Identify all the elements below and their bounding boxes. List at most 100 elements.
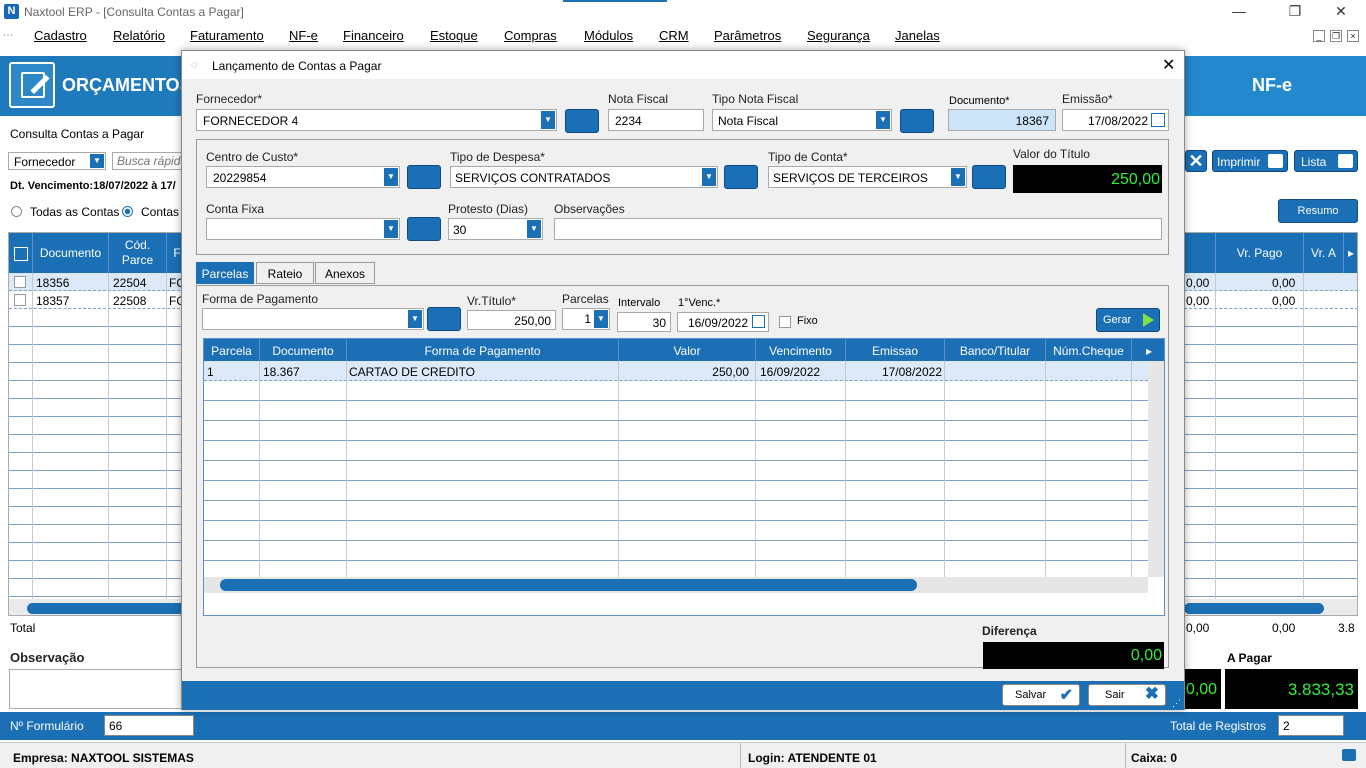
parcelas-combo[interactable]: 1 ▼ — [562, 308, 610, 330]
fixo-checkbox[interactable] — [779, 316, 791, 328]
fornecedor-combo[interactable]: FORNECEDOR 4 ▼ — [196, 109, 557, 131]
pencil-note-icon[interactable] — [9, 62, 55, 108]
v-scrollbar[interactable] — [1148, 361, 1164, 577]
centro-custo-combo[interactable]: 20229854 ▼ — [206, 166, 400, 188]
fornecedor-lookup-button[interactable] — [565, 109, 599, 133]
vencimento-field[interactable]: 16/09/2022 — [677, 312, 769, 332]
quick-search-input[interactable] — [112, 152, 182, 170]
print-button[interactable]: Imprimir — [1212, 150, 1288, 172]
tipo-nota-combo[interactable]: Nota Fiscal ▼ — [712, 109, 892, 131]
col-vr-pago[interactable]: Vr. Pago — [1216, 233, 1304, 273]
calendar-icon[interactable] — [752, 315, 765, 328]
banner-nfe-label[interactable]: NF-e — [1252, 75, 1292, 96]
forma-pagamento-lookup-button[interactable] — [427, 307, 461, 331]
chevron-down-icon[interactable]: ▼ — [384, 168, 398, 186]
intervalo-field[interactable]: 30 — [617, 312, 671, 332]
filter-combo[interactable]: Fornecedor ▼ — [8, 152, 106, 170]
menu-financeiro[interactable]: Financeiro — [343, 28, 404, 43]
col-documento[interactable]: Documento — [33, 233, 109, 273]
h-scrollbar[interactable] — [204, 577, 1148, 593]
radio-other-accounts[interactable] — [122, 206, 133, 217]
menu-estoque[interactable]: Estoque — [430, 28, 478, 43]
row-checkbox[interactable] — [14, 294, 26, 306]
col-banco-titular[interactable]: Banco/Titular — [945, 339, 1046, 361]
col-cod-parce[interactable]: Cód. Parce — [109, 233, 167, 273]
chevron-down-icon[interactable]: ▼ — [527, 220, 541, 238]
menu-cadastro[interactable]: Cadastro — [34, 28, 87, 43]
dialog-close-icon[interactable]: ✕ — [1162, 55, 1175, 75]
col-valor[interactable]: Valor — [619, 339, 756, 361]
minimize-icon[interactable]: — — [1228, 2, 1250, 20]
menu-crm[interactable]: CRM — [659, 28, 689, 43]
col-vr-a[interactable]: Vr. A — [1304, 233, 1344, 273]
menu-seguranca[interactable]: Segurança — [807, 28, 870, 43]
restore-icon[interactable]: ❐ — [1284, 2, 1306, 20]
col-forma-pagamento[interactable]: Forma de Pagamento — [347, 339, 619, 361]
menu-janelas[interactable]: Janelas — [895, 28, 940, 43]
col-emissao[interactable]: Emissao — [846, 339, 945, 361]
scroll-thumb[interactable] — [27, 603, 183, 614]
chevron-down-icon[interactable]: ▼ — [702, 168, 716, 186]
chevron-down-icon[interactable]: ▼ — [951, 168, 965, 186]
menu-relatorio[interactable]: Relatório — [113, 28, 165, 43]
form-number-field[interactable] — [104, 715, 194, 736]
chevron-down-icon[interactable]: ▼ — [541, 111, 555, 129]
table-row[interactable]: 18356 22504 FO — [9, 273, 183, 291]
gerar-button[interactable]: Gerar — [1096, 308, 1160, 332]
child-minimize-icon[interactable]: _ — [1313, 30, 1325, 42]
observacoes-field[interactable] — [554, 218, 1162, 240]
tipo-despesa-combo[interactable]: SERVIÇOS CONTRATADOS ▼ — [450, 166, 718, 188]
chevron-down-icon[interactable]: ▼ — [384, 220, 398, 238]
table-row[interactable]: 0,00 0,00 — [1184, 273, 1357, 291]
child-close-icon[interactable]: × — [1347, 30, 1359, 42]
salvar-button[interactable]: Salvar ✔ — [1002, 684, 1080, 706]
tab-anexos[interactable]: Anexos — [315, 262, 375, 284]
tipo-conta-combo[interactable]: SERVIÇOS DE TERCEIROS ▼ — [768, 166, 967, 188]
banner-orcamentos-label[interactable]: ORÇAMENTOS — [62, 75, 192, 96]
forma-pagamento-combo[interactable]: ▼ — [202, 308, 424, 330]
menu-faturamento[interactable]: Faturamento — [190, 28, 264, 43]
tipo-nota-lookup-button[interactable] — [900, 109, 934, 133]
chevron-down-icon[interactable]: ▼ — [876, 111, 890, 129]
protesto-combo[interactable]: 30 ▼ — [448, 218, 543, 240]
child-restore-icon[interactable]: ❐ — [1330, 30, 1342, 42]
tipo-conta-lookup-button[interactable] — [972, 165, 1006, 189]
close-window-icon[interactable]: ✕ — [1330, 2, 1352, 20]
vr-titulo-field[interactable]: 250,00 — [467, 310, 556, 330]
scroll-thumb[interactable] — [220, 579, 917, 591]
col-num-cheque[interactable]: Núm.Cheque — [1046, 339, 1132, 361]
col-documento[interactable]: Documento — [260, 339, 347, 361]
clear-filter-button[interactable]: ✕ — [1185, 150, 1207, 172]
chevron-down-icon[interactable]: ▼ — [408, 310, 422, 328]
menu-nfe[interactable]: NF-e — [289, 28, 318, 43]
menu-parametros[interactable]: Parâmetros — [714, 28, 781, 43]
centro-custo-lookup-button[interactable] — [407, 165, 441, 189]
chevron-down-icon[interactable]: ▼ — [90, 154, 104, 168]
emissao-field[interactable]: 17/08/2022 — [1062, 109, 1169, 131]
tab-rateio[interactable]: Rateio — [256, 262, 314, 284]
resize-grip-icon[interactable]: ⋰ — [1172, 698, 1181, 709]
calendar-icon[interactable] — [1151, 113, 1165, 127]
scroll-thumb[interactable] — [1184, 603, 1324, 614]
row-checkbox[interactable] — [14, 276, 26, 288]
conta-fixa-combo[interactable]: ▼ — [206, 218, 400, 240]
chevron-down-icon[interactable]: ▼ — [594, 310, 608, 328]
sair-button[interactable]: Sair ✖ — [1088, 684, 1166, 706]
scroll-right-icon[interactable]: ▸ — [1132, 339, 1164, 361]
col-vencimento[interactable]: Vencimento — [756, 339, 846, 361]
radio-all-accounts[interactable] — [11, 206, 22, 217]
menu-modulos[interactable]: Módulos — [584, 28, 633, 43]
scroll-right-icon[interactable]: ▸ — [1344, 233, 1357, 273]
tab-parcelas[interactable]: Parcelas — [196, 262, 254, 284]
table-row[interactable]: 18357 22508 FO — [9, 291, 183, 309]
col-parcela[interactable]: Parcela — [204, 339, 260, 361]
h-scrollbar[interactable] — [9, 599, 183, 615]
select-all-checkbox[interactable] — [9, 233, 33, 273]
tipo-despesa-lookup-button[interactable] — [724, 165, 758, 189]
nota-fiscal-field[interactable]: 2234 — [608, 109, 704, 131]
summary-button[interactable]: Resumo — [1278, 199, 1358, 223]
menu-compras[interactable]: Compras — [504, 28, 557, 43]
conta-fixa-lookup-button[interactable] — [407, 217, 441, 241]
table-row[interactable]: 0,00 0,00 — [1184, 291, 1357, 309]
list-button[interactable]: Lista — [1294, 150, 1358, 172]
